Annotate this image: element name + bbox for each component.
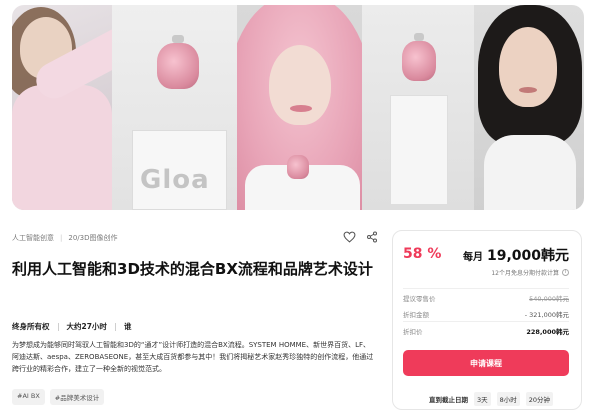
- meta-ownership: 终身所有权: [12, 322, 50, 331]
- hero-image-perfume-bottle: [362, 5, 474, 210]
- final-price-label: 折扣价: [403, 328, 423, 336]
- installment-note: 12个月免息分期付款计算: [491, 270, 559, 277]
- breadcrumb: 人工智能创意 | 20/3D图像创作: [12, 233, 117, 243]
- monthly-price: 每月 19,000韩元: [463, 245, 569, 265]
- breadcrumb-category[interactable]: 人工智能创意: [12, 233, 54, 243]
- list-price-value: 540,000韩元: [529, 295, 569, 303]
- apply-course-button[interactable]: 申请课程: [403, 350, 569, 376]
- meta-divider: [57, 322, 59, 331]
- course-meta: 终身所有权 大约27小时 谁: [12, 321, 131, 332]
- final-price-value: 228,000韩元: [526, 328, 569, 336]
- row-final-price: 折扣价 228,000韩元: [403, 326, 569, 336]
- tag-brand-art[interactable]: #品牌美术设计: [49, 389, 105, 405]
- heart-icon[interactable]: [342, 230, 356, 244]
- countdown-hours: 8小时: [496, 392, 520, 406]
- breadcrumb-separator: |: [60, 234, 63, 242]
- price-card: 58 % 每月 19,000韩元 12个月免息分期付款计算 i 提议零售价 54…: [392, 230, 582, 410]
- hero-image-dark-hair-model: [474, 5, 584, 210]
- installment-note-row: 12个月免息分期付款计算 i: [491, 268, 569, 277]
- breadcrumb-subcategory[interactable]: 20/3D图像创作: [68, 233, 117, 243]
- course-title: 利用人工智能和3D技术的混合BX流程和品牌艺术设计: [12, 260, 373, 278]
- course-description: 为梦想成为能够同时驾驭人工智能和3D的“通才”设计师打造的混合BX流程。SYST…: [12, 341, 374, 373]
- meta-divider: [114, 322, 116, 331]
- course-actions: [342, 230, 379, 244]
- row-discount-amount: 折扣金额 - 321,000韩元: [403, 309, 569, 319]
- hero-image-pink-hair-model: [237, 5, 362, 210]
- brand-logo-text: Gloa: [140, 165, 210, 195]
- course-tags: #AI BX #品牌美术设计: [12, 389, 105, 405]
- tag-ai-bx[interactable]: #AI BX: [12, 389, 45, 405]
- share-icon[interactable]: [365, 230, 379, 244]
- row-list-price: 提议零售价 540,000韩元: [403, 293, 569, 303]
- countdown-days: 3天: [474, 392, 491, 406]
- info-icon[interactable]: i: [562, 269, 569, 276]
- countdown-minutes: 20分钟: [525, 392, 554, 406]
- price-divider: [403, 321, 569, 322]
- hero-image-perfume-box: Gloa: [112, 5, 237, 210]
- discount-amount-label: 折扣金额: [403, 311, 429, 319]
- deadline-countdown: 直到截止日期 3天 8小时 20分钟: [429, 392, 554, 406]
- hero-image-model-pink-outfit: [12, 5, 112, 210]
- price-divider: [403, 288, 569, 289]
- deadline-label: 直到截止日期: [429, 396, 468, 404]
- discount-amount-value: - 321,000韩元: [524, 311, 569, 319]
- discount-percent: 58 %: [403, 246, 442, 262]
- monthly-amount: 19,000韩元: [486, 248, 569, 264]
- hero-gallery: Gloa: [12, 5, 584, 210]
- meta-duration: 大约27小时: [66, 322, 107, 331]
- list-price-label: 提议零售价: [403, 295, 436, 303]
- meta-audience: 谁: [123, 322, 132, 331]
- monthly-prefix: 每月: [462, 252, 483, 263]
